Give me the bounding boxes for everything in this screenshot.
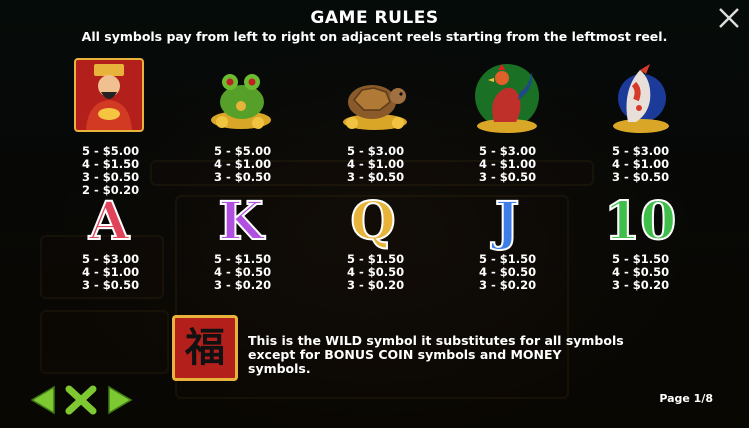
wild-description-line: except for BONUS COIN symbols and MONEY … <box>248 347 562 376</box>
payout-line: 3 - $0.20 <box>347 278 405 292</box>
payout-line: 3 - $0.50 <box>214 170 272 184</box>
close-icon[interactable] <box>717 6 741 30</box>
k-payouts: 5 - $1.50 4 - $0.50 3 - $0.20 <box>214 253 271 292</box>
page-title: GAME RULES <box>310 8 439 28</box>
rooster-payouts: 5 - $3.00 4 - $1.00 3 - $0.50 <box>479 145 536 184</box>
prev-page-arrow-icon[interactable] <box>30 385 56 415</box>
payout-line: 3 - $0.20 <box>214 278 272 292</box>
wild-description-line: This is the WILD symbol it substitutes f… <box>248 333 624 348</box>
payout-line: 3 - $0.20 <box>612 278 670 292</box>
rooster-symbol-icon <box>475 64 539 133</box>
frog-payouts: 5 - $5.00 4 - $1.00 3 - $0.50 <box>214 145 271 184</box>
ten-payouts: 5 - $1.50 4 - $0.50 3 - $0.20 <box>612 253 669 292</box>
k-symbol-icon: K <box>217 191 264 252</box>
q-payouts: 5 - $1.50 4 - $0.50 3 - $0.20 <box>347 253 404 292</box>
emperor-payouts: 5 - $5.00 4 - $1.50 3 - $0.50 2 - $0.20 <box>82 145 139 197</box>
q-symbol-icon: Q <box>349 191 396 252</box>
turtle-payouts: 5 - $3.00 4 - $1.00 3 - $0.50 <box>347 145 404 184</box>
turtle-symbol-icon <box>343 85 407 130</box>
page-subtitle: All symbols pay from left to right on ad… <box>81 29 668 44</box>
payout-line: 3 - $0.50 <box>82 278 140 292</box>
frog-symbol-icon <box>211 74 271 129</box>
payout-line: 3 - $0.50 <box>479 170 537 184</box>
next-page-arrow-icon[interactable] <box>107 385 133 415</box>
wild-description: This is the WILD symbol it substitutes f… <box>248 334 628 376</box>
wild-glyph: 福 <box>185 325 225 371</box>
close-rules-x-icon[interactable] <box>65 385 97 415</box>
payout-line: 3 - $0.20 <box>479 278 537 292</box>
payout-line: 3 - $0.50 <box>612 170 670 184</box>
a-symbol-icon: A <box>88 191 130 252</box>
j-payouts: 5 - $1.50 4 - $0.50 3 - $0.20 <box>479 253 536 292</box>
koi-symbol-icon <box>613 64 669 133</box>
emperor-symbol-icon <box>74 58 144 132</box>
page-indicator: Page 1/8 <box>659 392 713 405</box>
ten-symbol-icon: 10 <box>603 191 677 252</box>
koi-payouts: 5 - $3.00 4 - $1.00 3 - $0.50 <box>612 145 669 184</box>
j-symbol-icon: J <box>494 191 521 252</box>
wild-symbol-icon: 福 <box>172 315 238 381</box>
a-payouts: 5 - $3.00 4 - $1.00 3 - $0.50 <box>82 253 139 292</box>
payout-line: 3 - $0.50 <box>347 170 405 184</box>
